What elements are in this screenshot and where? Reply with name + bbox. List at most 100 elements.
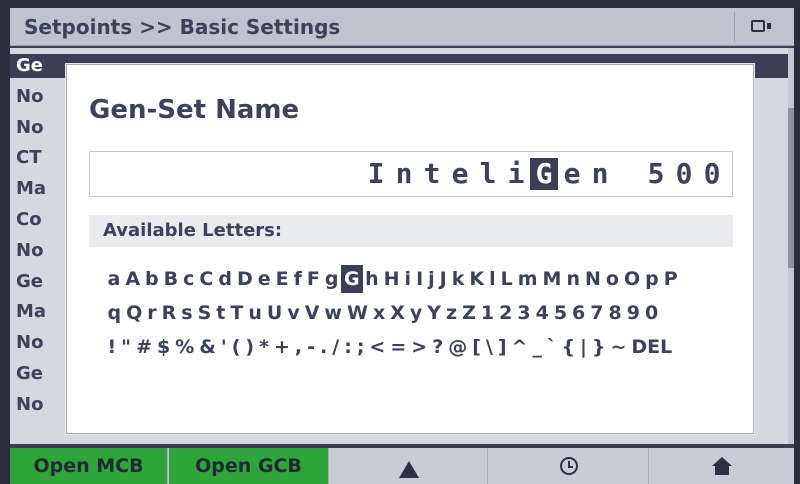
letter-key[interactable]: !	[105, 333, 119, 361]
letter-key[interactable]: [	[470, 333, 484, 361]
setpoint-list-item[interactable]: Ma	[16, 177, 46, 201]
letter-key[interactable]: 6	[570, 299, 588, 327]
letter-key[interactable]: "	[119, 333, 134, 361]
letter-key[interactable]: D	[234, 265, 255, 293]
screen-switch-button[interactable]	[734, 12, 786, 42]
list-scrollbar[interactable]	[788, 48, 794, 444]
letter-key[interactable]: ~	[608, 333, 629, 361]
letter-key[interactable]: u	[246, 299, 265, 327]
letter-key[interactable]: 5	[551, 299, 569, 327]
setpoint-list-item[interactable]: No	[16, 239, 43, 263]
letter-key[interactable]: &	[197, 333, 219, 361]
letter-key[interactable]: 3	[515, 299, 533, 327]
letter-key[interactable]: j	[426, 265, 438, 293]
letter-key[interactable]: q	[105, 299, 124, 327]
letter-key[interactable]: #	[134, 333, 155, 361]
letter-key[interactable]: p	[643, 265, 662, 293]
letter-key[interactable]: g	[322, 265, 341, 293]
letter-key[interactable]: v	[285, 299, 302, 327]
letter-key[interactable]: <	[367, 333, 388, 361]
letter-key[interactable]: ?	[430, 333, 446, 361]
letter-key[interactable]: %	[173, 333, 197, 361]
letter-key[interactable]: ,	[292, 333, 304, 361]
letter-key[interactable]: `	[544, 333, 559, 361]
setpoint-list-item[interactable]: Co	[16, 208, 42, 232]
letter-key[interactable]: 9	[624, 299, 642, 327]
letter-key[interactable]: Q	[124, 299, 145, 327]
letter-key[interactable]: f	[291, 265, 304, 293]
letter-key[interactable]: S	[195, 299, 214, 327]
letter-key[interactable]: Y	[425, 299, 444, 327]
letter-key[interactable]: M	[540, 265, 564, 293]
letter-key[interactable]: n	[564, 265, 583, 293]
letter-key[interactable]: c	[181, 265, 197, 293]
letter-key[interactable]: {	[559, 333, 578, 361]
letter-key[interactable]: r	[145, 299, 159, 327]
setpoint-list-item[interactable]: No	[16, 116, 43, 140]
letter-key[interactable]: >	[409, 333, 430, 361]
letter-key[interactable]: Z	[460, 299, 479, 327]
open-mcb-button[interactable]: Open MCB	[10, 448, 168, 484]
letter-key[interactable]: 4	[533, 299, 551, 327]
setpoint-list-item[interactable]: Ge	[16, 270, 43, 294]
letter-key[interactable]: K	[467, 265, 487, 293]
letter-key[interactable]: w	[322, 299, 345, 327]
letter-key[interactable]: ;	[354, 333, 367, 361]
letter-key[interactable]: 7	[588, 299, 606, 327]
letter-key[interactable]: V	[302, 299, 322, 327]
letter-key[interactable]: E	[273, 265, 291, 293]
letter-key[interactable]: )	[243, 333, 257, 361]
letter-key[interactable]: ]	[495, 333, 509, 361]
letter-key[interactable]: s	[179, 299, 195, 327]
letter-key[interactable]: d	[216, 265, 235, 293]
letter-key[interactable]: (	[229, 333, 243, 361]
letter-key[interactable]: -	[305, 333, 318, 361]
letter-key[interactable]: *	[257, 333, 272, 361]
letter-key[interactable]: e	[255, 265, 273, 293]
letter-key[interactable]: L	[498, 265, 515, 293]
letter-key[interactable]: I	[414, 265, 426, 293]
letter-key[interactable]: ^	[509, 333, 530, 361]
letter-key[interactable]: A	[123, 265, 143, 293]
letter-key[interactable]: F	[304, 265, 322, 293]
letter-key[interactable]: m	[515, 265, 540, 293]
letter-key[interactable]: z	[444, 299, 460, 327]
letter-key[interactable]: o	[603, 265, 621, 293]
letter-key[interactable]: x	[370, 299, 387, 327]
home-button[interactable]	[650, 448, 794, 484]
letter-key[interactable]: W	[344, 299, 370, 327]
delete-key[interactable]: DEL	[629, 333, 675, 361]
letter-key[interactable]: $	[155, 333, 173, 361]
letter-key[interactable]: P	[661, 265, 680, 293]
letter-key[interactable]: k	[449, 265, 467, 293]
letter-key[interactable]: :	[342, 333, 355, 361]
letter-key[interactable]: h	[363, 265, 382, 293]
setpoint-list-item[interactable]: Ge	[16, 362, 43, 386]
letter-key[interactable]: \	[483, 333, 495, 361]
letter-key[interactable]: O	[621, 265, 642, 293]
letter-key[interactable]: }	[589, 333, 608, 361]
letter-key[interactable]: 1	[478, 299, 496, 327]
letter-key[interactable]: '	[218, 333, 229, 361]
setpoint-list-item[interactable]: Ma	[16, 300, 46, 324]
setpoint-list-item[interactable]: No	[16, 331, 43, 355]
letter-key[interactable]: X	[388, 299, 408, 327]
letter-key[interactable]: U	[264, 299, 284, 327]
alarm-button[interactable]	[330, 448, 488, 484]
history-button[interactable]	[489, 448, 649, 484]
letter-key[interactable]: H	[381, 265, 402, 293]
letter-key[interactable]: T	[228, 299, 246, 327]
scrollbar-thumb[interactable]	[788, 108, 794, 268]
letter-key[interactable]: i	[402, 265, 414, 293]
letter-key[interactable]: a	[105, 265, 123, 293]
open-gcb-button[interactable]: Open GCB	[169, 448, 329, 484]
letter-key[interactable]: J	[437, 265, 449, 293]
setpoint-list-item[interactable]: No	[16, 85, 43, 109]
name-input-field[interactable]: InteliGen 500	[89, 151, 733, 197]
letter-key[interactable]: C	[197, 265, 216, 293]
letter-key-selected[interactable]: G	[341, 264, 363, 293]
letter-key[interactable]: @	[446, 333, 470, 361]
setpoint-list-item[interactable]: CT	[16, 146, 42, 170]
letter-key[interactable]: N	[583, 265, 604, 293]
letter-key[interactable]: 8	[606, 299, 624, 327]
